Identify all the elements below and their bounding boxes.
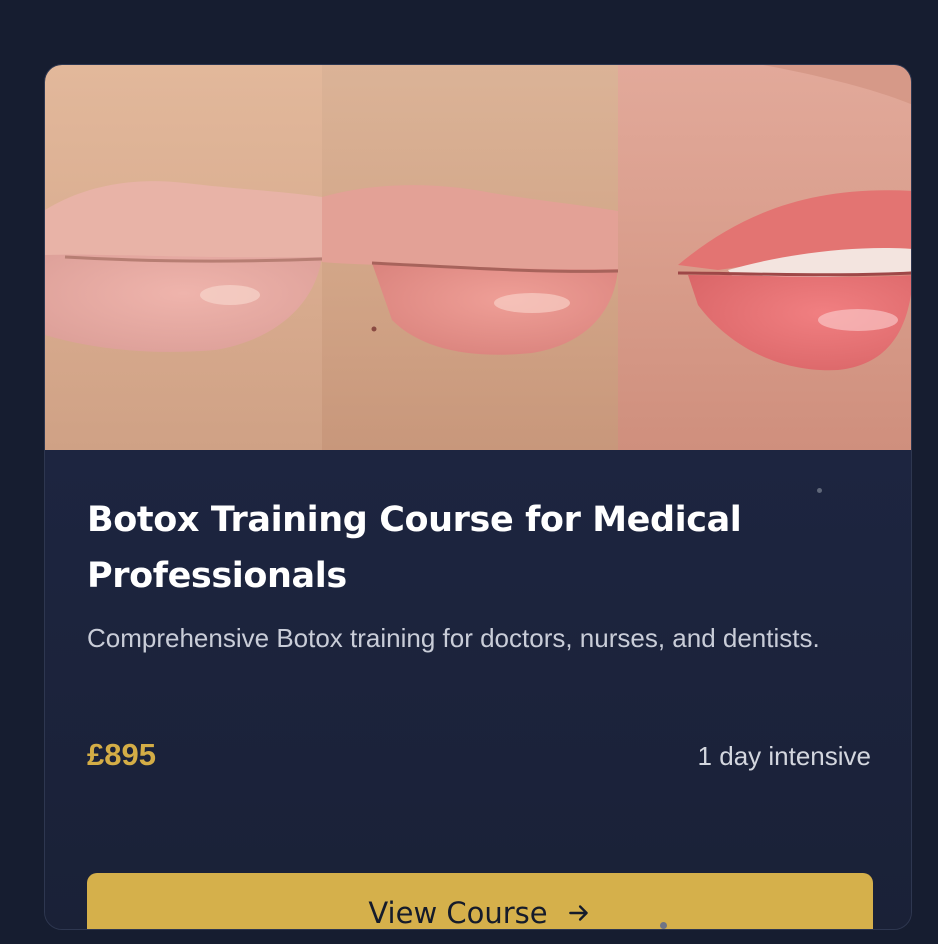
decorative-dot bbox=[660, 922, 667, 929]
page: Botox Training Course for Medical Profes… bbox=[0, 0, 938, 944]
course-card-body: Botox Training Course for Medical Profes… bbox=[45, 450, 911, 930]
course-price: £895 bbox=[87, 737, 156, 772]
course-duration: 1 day intensive bbox=[697, 741, 871, 771]
course-title: Botox Training Course for Medical Profes… bbox=[87, 500, 742, 596]
course-card[interactable]: Botox Training Course for Medical Profes… bbox=[44, 64, 912, 930]
lips-after-photo bbox=[322, 65, 618, 450]
course-description: Comprehensive Botox training for doctors… bbox=[87, 623, 820, 653]
course-hero-image bbox=[45, 65, 911, 450]
lips-after-photo bbox=[618, 65, 911, 450]
arrow-right-icon bbox=[568, 905, 588, 921]
lips-before-photo bbox=[45, 65, 322, 450]
decorative-dot bbox=[817, 488, 822, 493]
view-course-label: View Course bbox=[368, 896, 548, 930]
view-course-button[interactable]: View Course bbox=[87, 873, 873, 930]
